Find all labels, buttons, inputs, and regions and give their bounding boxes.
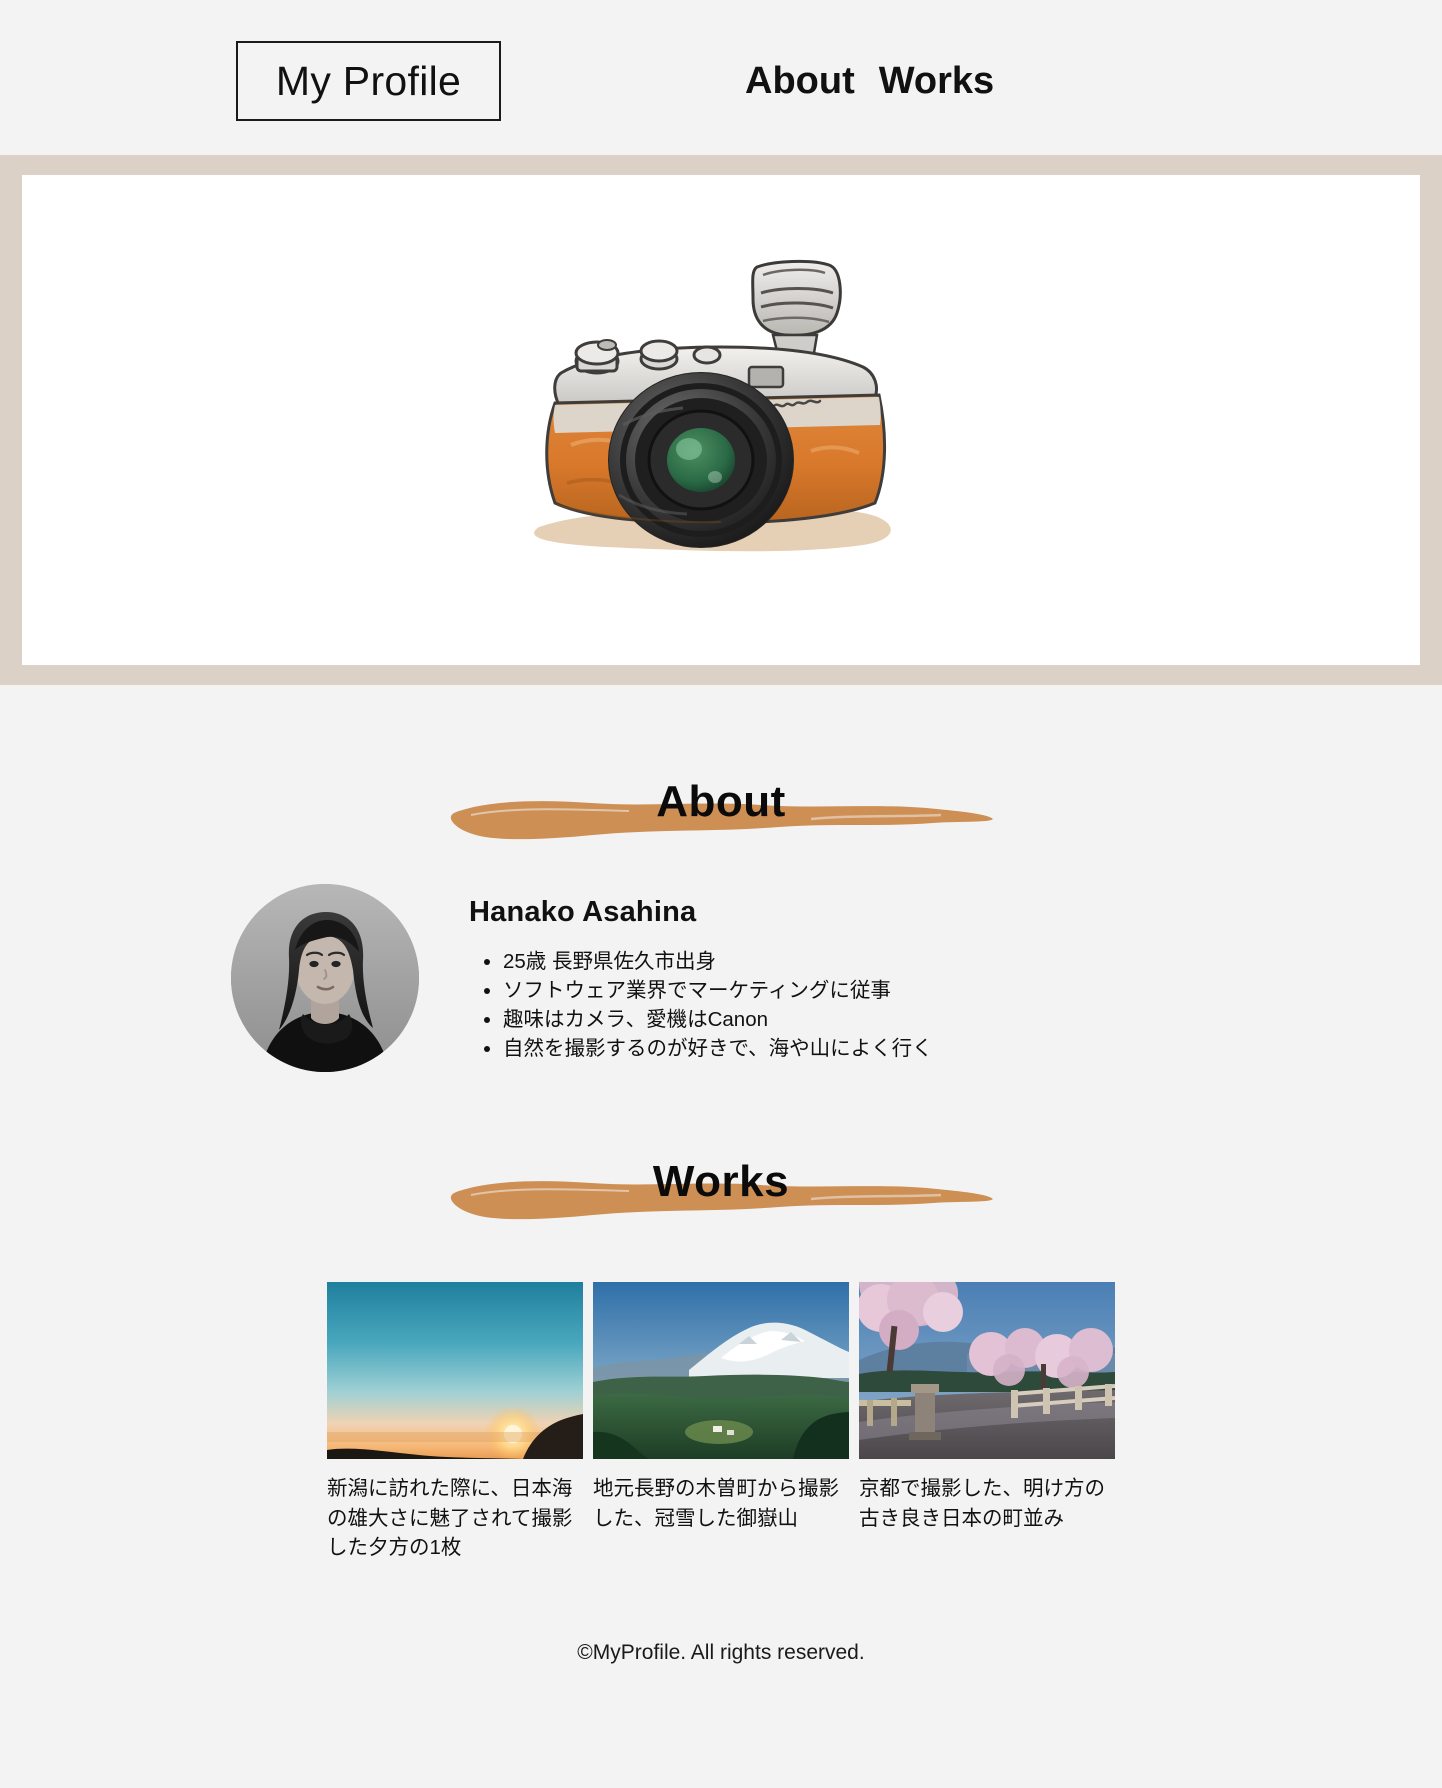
copyright-text: ©MyProfile. All rights reserved. bbox=[577, 1641, 865, 1665]
list-item: 25歳 長野県佐久市出身 bbox=[503, 947, 1216, 976]
work-card[interactable]: 地元長野の木曽町から撮影した、冠雪した御嶽山 bbox=[593, 1282, 849, 1563]
work-thumbnail-image[interactable] bbox=[327, 1282, 583, 1459]
main-navigation: About Works bbox=[745, 60, 994, 103]
site-header: My Profile About Works bbox=[0, 0, 1442, 155]
profile-name: Hanako Asahina bbox=[469, 896, 697, 928]
works-grid: 新潟に訪れた際に、日本海の雄大さに魅了されて撮影した夕方の1枚 地元長野の木曽町… bbox=[321, 1282, 1121, 1563]
work-card[interactable]: 新潟に訪れた際に、日本海の雄大さに魅了されて撮影した夕方の1枚 bbox=[327, 1282, 583, 1563]
about-heading-text: About bbox=[656, 776, 786, 826]
avatar bbox=[231, 884, 419, 1072]
brand-logo-button[interactable]: My Profile bbox=[236, 41, 501, 121]
work-card[interactable]: 京都で撮影した、明け方の古き良き日本の町並み bbox=[859, 1282, 1115, 1563]
site-footer: ©MyProfile. All rights reserved. bbox=[0, 1641, 1442, 1685]
camera-illustration-image bbox=[511, 255, 931, 585]
brand-label: My Profile bbox=[275, 57, 462, 104]
works-section: Works 新潟に訪れた際に、日本海の雄大さに魅了されて撮影した夕方の1枚 地元… bbox=[0, 1072, 1442, 1563]
profile-facts-list: 25歳 長野県佐久市出身 ソフトウェア業界でマーケティングに従事 趣味はカメラ、… bbox=[469, 947, 1216, 1063]
list-item: 趣味はカメラ、愛機はCanon bbox=[503, 1005, 1216, 1034]
work-thumbnail-image[interactable] bbox=[859, 1282, 1115, 1459]
work-caption: 京都で撮影した、明け方の古き良き日本の町並み bbox=[859, 1477, 1105, 1530]
list-item: ソフトウェア業界でマーケティングに従事 bbox=[503, 976, 1216, 1005]
hero-panel bbox=[22, 175, 1420, 665]
about-section: About Hanako Asahina • 25歳 長野県佐久市出身 • ソフ… bbox=[0, 685, 1442, 1072]
works-heading-text: Works bbox=[652, 1156, 790, 1206]
page-content: About Hanako Asahina • 25歳 長野県佐久市出身 • ソフ… bbox=[0, 685, 1442, 1685]
work-caption: 新潟に訪れた際に、日本海の雄大さに魅了されて撮影した夕方の1枚 bbox=[327, 1477, 573, 1560]
work-thumbnail-image[interactable] bbox=[593, 1282, 849, 1459]
hero-band bbox=[0, 155, 1442, 685]
work-caption: 地元長野の木曽町から撮影した、冠雪した御嶽山 bbox=[593, 1477, 839, 1530]
nav-link-about[interactable]: About bbox=[745, 60, 855, 103]
about-heading: About bbox=[441, 757, 1001, 862]
list-item: 自然を撮影するのが好きで、海や山によく行く bbox=[503, 1034, 1216, 1063]
nav-link-works[interactable]: Works bbox=[879, 60, 994, 103]
works-heading: Works bbox=[441, 1137, 1001, 1242]
about-body: Hanako Asahina 25歳 長野県佐久市出身 ソフトウェア業界でマーケ… bbox=[226, 884, 1216, 1072]
about-text-block: Hanako Asahina 25歳 長野県佐久市出身 ソフトウェア業界でマーケ… bbox=[469, 884, 1216, 1063]
